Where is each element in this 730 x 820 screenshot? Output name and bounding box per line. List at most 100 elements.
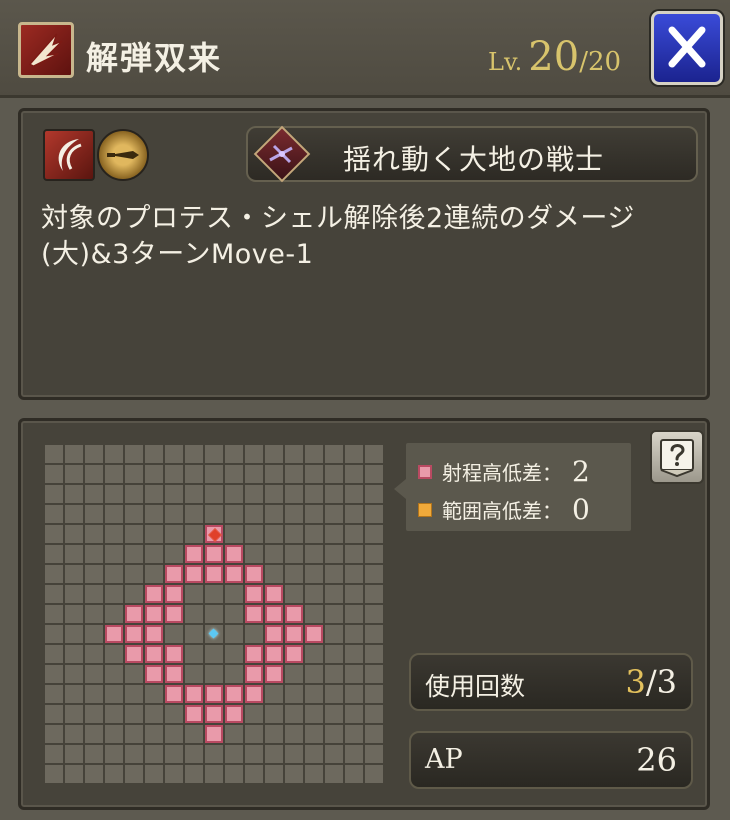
grid-cell (185, 645, 203, 663)
grid-cell (85, 685, 103, 703)
grid-cell (205, 745, 223, 763)
grid-cell (45, 545, 63, 563)
grid-cell (85, 605, 103, 623)
grid-cell (145, 505, 163, 523)
grid-cell (305, 665, 323, 683)
ap-label: AP (425, 744, 463, 775)
grid-cell (225, 505, 243, 523)
grid-cell (45, 445, 63, 463)
grid-cell (165, 625, 183, 643)
range-cell (125, 605, 143, 623)
grid-cell (265, 745, 283, 763)
range-cell (165, 565, 183, 583)
range-cell (225, 705, 243, 723)
grid-cell (245, 705, 263, 723)
grid-cell (225, 725, 243, 743)
grid-cell (285, 525, 303, 543)
grid-cell (325, 625, 343, 643)
grid-cell (105, 685, 123, 703)
crossbow-job-icon (253, 125, 311, 183)
grid-cell (265, 545, 283, 563)
grid-cell (365, 705, 383, 723)
range-cell (205, 705, 223, 723)
grid-cell (325, 565, 343, 583)
help-button[interactable] (650, 430, 704, 484)
grid-cell (365, 605, 383, 623)
grid-cell (225, 485, 243, 503)
grid-cell (225, 465, 243, 483)
uses-label: 使用回数 (425, 672, 526, 701)
range-cell (185, 565, 203, 583)
grid-cell (165, 445, 183, 463)
grid-cell (325, 485, 343, 503)
grid-cell (325, 765, 343, 783)
grid-cell (65, 505, 83, 523)
grid-cell (345, 685, 363, 703)
grid-cell (45, 765, 63, 783)
grid-cell (265, 725, 283, 743)
grid-cell (345, 585, 363, 603)
grid-cell (165, 745, 183, 763)
range-cell (185, 705, 203, 723)
grid-cell (105, 465, 123, 483)
grid-cell (145, 465, 163, 483)
grid-cell (165, 485, 183, 503)
grid-cell (65, 525, 83, 543)
grid-cell (325, 445, 343, 463)
grid-cell (45, 465, 63, 483)
grid-cell (105, 705, 123, 723)
grid-cell (285, 765, 303, 783)
grid-cell (205, 645, 223, 663)
area-height-value: 0 (572, 493, 590, 526)
skill-level: Lv. 20 /20 (488, 34, 621, 84)
grid-cell (185, 505, 203, 523)
range-cell (265, 605, 283, 623)
grid-cell (165, 505, 183, 523)
grid-cell (125, 545, 143, 563)
grid-cell (365, 505, 383, 523)
range-cell (145, 605, 163, 623)
grid-cell (265, 485, 283, 503)
range-cell (245, 565, 263, 583)
grid-cell (85, 745, 103, 763)
grid-cell (145, 545, 163, 563)
grid-cell (105, 605, 123, 623)
range-cell (165, 605, 183, 623)
grid-cell (85, 765, 103, 783)
grid-cell (325, 605, 343, 623)
level-label: Lv. (488, 48, 523, 76)
grid-cell (65, 765, 83, 783)
grid-cell (45, 685, 63, 703)
grid-cell (345, 725, 363, 743)
grid-cell (245, 745, 263, 763)
grid-cell (365, 665, 383, 683)
grid-cell (125, 445, 143, 463)
target-cell (205, 525, 223, 543)
range-cell (245, 665, 263, 683)
grid-cell (65, 645, 83, 663)
grid-cell (325, 685, 343, 703)
slash-attack-icon (43, 129, 95, 181)
grid-cell (105, 745, 123, 763)
close-button[interactable] (651, 11, 723, 85)
grid-cell (85, 485, 103, 503)
grid-cell (65, 685, 83, 703)
grid-cell (105, 765, 123, 783)
range-height-label: 射程高低差： (442, 461, 562, 485)
grid-cell (365, 645, 383, 663)
grid-cell (225, 585, 243, 603)
grid-cell (85, 725, 103, 743)
uses-value: 3/3 (626, 663, 678, 701)
area-swatch (418, 502, 432, 517)
grid-cell (185, 725, 203, 743)
grid-cell (285, 685, 303, 703)
grid-cell (185, 525, 203, 543)
grid-cell (45, 665, 63, 683)
area-height-label: 範囲高低差： (442, 499, 562, 523)
ap-value: 26 (636, 741, 677, 779)
grid-cell (85, 465, 103, 483)
grid-cell (185, 625, 203, 643)
grid-cell (145, 685, 163, 703)
grid-cell (185, 445, 203, 463)
grid-cell (65, 625, 83, 643)
